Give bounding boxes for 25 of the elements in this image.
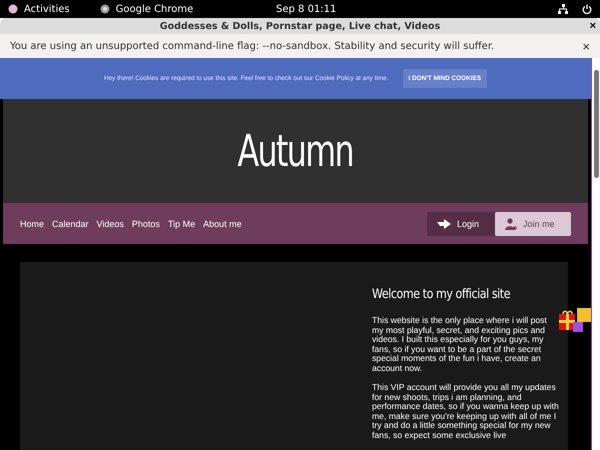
nav-link[interactable]: Calendar xyxy=(52,218,89,229)
app-menu[interactable]: Google Chrome xyxy=(116,4,194,14)
nav-link[interactable]: Photos xyxy=(132,218,160,229)
gift-icon[interactable] xyxy=(559,306,591,334)
nav-link[interactable]: About me xyxy=(203,218,242,229)
close-button[interactable]: × xyxy=(582,38,590,54)
clock[interactable]: Sep 8 01:11 xyxy=(276,4,336,14)
login-button[interactable]: Login xyxy=(427,212,495,236)
welcome-heading: Welcome to my official site xyxy=(372,287,512,302)
warning-message: You are using an unsupported command-line flag: --no-sandbox. Stability and security will suffer. xyxy=(10,40,494,52)
activities-button[interactable]: Activities xyxy=(24,4,70,14)
close-button[interactable]: × xyxy=(590,20,596,32)
activities-icon xyxy=(8,4,18,14)
paragraph: This website is the only place where i will post my most playful, secret, and exciting pics and videos. I built this especially for you guys, my fans, so if you want to be a part of the secret special moments of the fun i have, create an account now. xyxy=(372,316,548,373)
nav-link[interactable]: Tip Me xyxy=(168,218,196,229)
window-title: Goddesses & Dolls, Pornstar page, Live chat, Videos xyxy=(160,20,440,32)
site-title: Autumn xyxy=(238,126,354,176)
arrow-icon xyxy=(437,218,451,229)
join-button[interactable]: Join me xyxy=(495,212,571,236)
nav-link[interactable]: Home xyxy=(20,218,44,229)
paragraph: This VIP account will provide you all my updates for new shoots, trips i am planning, and performance dates, so if you wanna keep up with me, make sure you're keeping up with all of me I try and do a little something special for my new fans, so expect some exclusive live xyxy=(372,383,560,440)
nav-link[interactable]: Videos xyxy=(96,218,124,229)
network-icon[interactable] xyxy=(558,4,568,14)
user-add-icon xyxy=(505,218,517,230)
power-icon[interactable] xyxy=(582,4,592,14)
